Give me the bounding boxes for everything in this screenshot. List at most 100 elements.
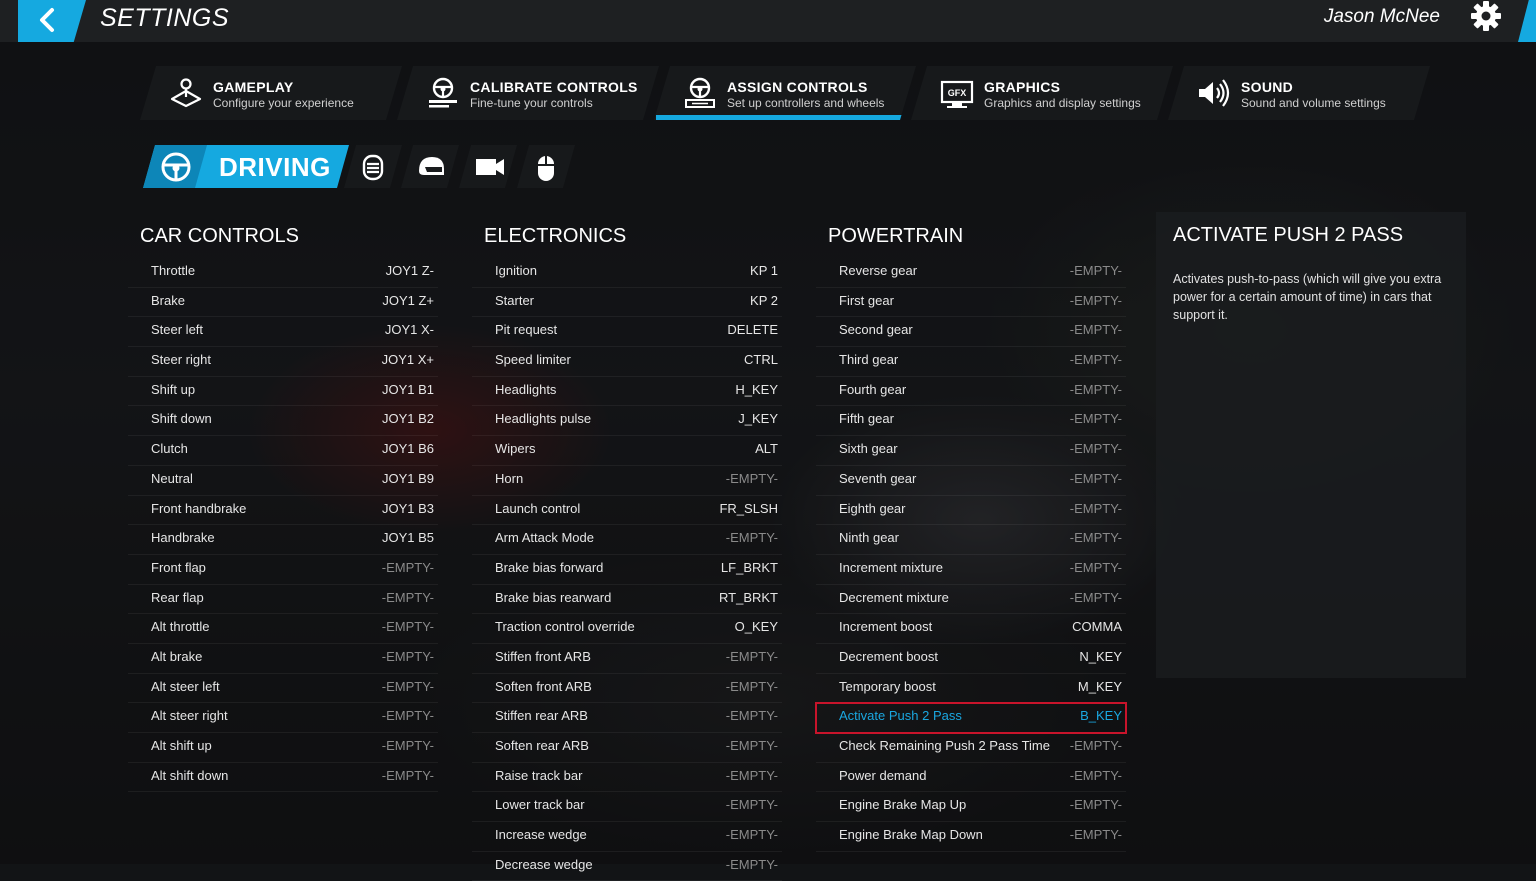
binding-row[interactable]: Check Remaining Push 2 Pass Time -EMPTY- xyxy=(816,733,1126,763)
binding-row[interactable]: Ignition KP 1 xyxy=(472,258,782,288)
binding-row[interactable]: Steer left JOY1 X- xyxy=(128,317,438,348)
binding-row[interactable]: Fifth gear -EMPTY- xyxy=(816,406,1126,437)
binding-row[interactable]: Stiffen front ARB -EMPTY- xyxy=(472,644,782,674)
binding-row[interactable]: Fourth gear -EMPTY- xyxy=(816,377,1126,407)
binding-row[interactable]: Decrement mixture -EMPTY- xyxy=(816,585,1126,615)
binding-value: -EMPTY- xyxy=(1069,827,1122,843)
binding-label: Third gear xyxy=(839,352,899,368)
info-title: ACTIVATE PUSH 2 PASS xyxy=(1173,224,1404,246)
binding-row[interactable]: Increment boost COMMA xyxy=(816,614,1126,644)
binding-value: J_KEY xyxy=(738,411,778,427)
binding-row[interactable]: Neutral JOY1 B9 xyxy=(128,466,438,496)
binding-label: Wipers xyxy=(495,441,536,457)
binding-value: JOY1 B1 xyxy=(381,381,434,397)
driving-wheel-icon xyxy=(159,151,193,183)
binding-value: -EMPTY- xyxy=(725,470,778,486)
binding-row[interactable]: Traction control override O_KEY xyxy=(472,614,782,644)
car-controls-title: CAR CONTROLS xyxy=(140,225,299,247)
tab-calibrate-controls[interactable]: CALIBRATE CONTROLS Fine-tune your contro… xyxy=(397,66,659,120)
binding-value: -EMPTY- xyxy=(1069,589,1122,605)
binding-row[interactable]: Front flap -EMPTY- xyxy=(128,555,438,585)
binding-row[interactable]: Stiffen rear ARB -EMPTY- xyxy=(472,703,782,733)
binding-label: Increase wedge xyxy=(495,827,587,843)
binding-row[interactable]: Alt throttle -EMPTY- xyxy=(128,614,438,644)
binding-label: Activate Push 2 Pass xyxy=(839,708,962,724)
binding-row[interactable]: Pit request DELETE xyxy=(472,317,782,348)
tab-gameplay[interactable]: GAMEPLAY Configure your experience xyxy=(140,66,402,120)
binding-row[interactable]: Brake bias forward LF_BRKT xyxy=(472,555,782,585)
binding-row[interactable]: Seventh gear -EMPTY- xyxy=(816,466,1126,496)
binding-row[interactable]: Increment mixture -EMPTY- xyxy=(816,555,1126,585)
binding-label: Ignition xyxy=(495,263,537,278)
binding-row-selected[interactable]: Activate Push 2 Pass B_KEY xyxy=(815,702,1127,734)
binding-row[interactable]: Alt steer left -EMPTY- xyxy=(128,674,438,704)
binding-row[interactable]: Temporary boost M_KEY xyxy=(816,674,1126,704)
binding-label: Temporary boost xyxy=(839,678,936,694)
binding-label: Headlights xyxy=(495,381,557,397)
binding-row[interactable]: Rear flap -EMPTY- xyxy=(128,585,438,615)
tab-driving[interactable]: DRIVING xyxy=(143,145,349,188)
binding-value: -EMPTY- xyxy=(381,708,434,724)
binding-label: Rear flap xyxy=(151,589,204,605)
binding-row[interactable]: Soften front ARB -EMPTY- xyxy=(472,674,782,704)
binding-row[interactable]: Arm Attack Mode -EMPTY- xyxy=(472,525,782,555)
binding-row[interactable]: Speed limiter CTRL xyxy=(472,347,782,377)
binding-value: COMMA xyxy=(1072,619,1122,635)
binding-label: Soften front ARB xyxy=(495,678,592,694)
tab-graphics-subtitle: Graphics and display settings xyxy=(984,96,1141,110)
binding-label: Arm Attack Mode xyxy=(495,530,594,546)
tab-sound[interactable]: SOUND Sound and volume settings xyxy=(1168,66,1430,120)
back-button[interactable] xyxy=(18,0,86,42)
tab-graphics[interactable]: GFX GRAPHICS Graphics and display settin… xyxy=(911,66,1173,120)
binding-row[interactable]: Reverse gear -EMPTY- xyxy=(816,258,1126,288)
binding-value: CTRL xyxy=(744,352,778,368)
binding-row[interactable]: Front handbrake JOY1 B3 xyxy=(128,496,438,526)
binding-row[interactable]: Second gear -EMPTY- xyxy=(816,317,1126,348)
binding-row[interactable]: Starter KP 2 xyxy=(472,288,782,318)
binding-row[interactable]: Headlights pulse J_KEY xyxy=(472,406,782,437)
binding-row[interactable]: Sixth gear -EMPTY- xyxy=(816,436,1126,466)
binding-row[interactable]: Wipers ALT xyxy=(472,436,782,466)
binding-row[interactable]: Engine Brake Map Up -EMPTY- xyxy=(816,792,1126,823)
binding-row[interactable]: Engine Brake Map Down -EMPTY- xyxy=(816,822,1126,852)
gear-icon[interactable] xyxy=(1468,0,1504,32)
electronics-list: Ignition KP 1 Starter KP 2 Pit request DELE… xyxy=(472,258,782,881)
binding-row[interactable]: Ninth gear -EMPTY- xyxy=(816,525,1126,555)
binding-row[interactable]: Eighth gear -EMPTY- xyxy=(816,496,1126,526)
binding-row[interactable]: Lower track bar -EMPTY- xyxy=(472,792,782,823)
binding-value: JOY1 Z- xyxy=(385,263,434,278)
binding-row[interactable]: Throttle JOY1 Z- xyxy=(128,258,438,288)
binding-row[interactable]: Soften rear ARB -EMPTY- xyxy=(472,733,782,763)
binding-row[interactable]: Steer right JOY1 X+ xyxy=(128,347,438,377)
binding-row[interactable]: Third gear -EMPTY- xyxy=(816,347,1126,377)
binding-row[interactable]: Shift up JOY1 B1 xyxy=(128,377,438,407)
binding-row[interactable]: Decrease wedge -EMPTY- xyxy=(472,852,782,881)
binding-row[interactable]: Increase wedge -EMPTY- xyxy=(472,822,782,852)
binding-row[interactable]: Brake JOY1 Z+ xyxy=(128,288,438,318)
binding-row[interactable]: Alt steer right -EMPTY- xyxy=(128,703,438,733)
binding-row[interactable]: Headlights H_KEY xyxy=(472,377,782,407)
binding-value: LF_BRKT xyxy=(720,559,778,575)
binding-label: Soften rear ARB xyxy=(495,738,589,753)
binding-row[interactable]: Horn -EMPTY- xyxy=(472,466,782,496)
binding-row[interactable]: Shift down JOY1 B2 xyxy=(128,406,438,437)
binding-row[interactable]: Raise track bar -EMPTY- xyxy=(472,763,782,793)
binding-label: Throttle xyxy=(151,263,196,278)
binding-value: -EMPTY- xyxy=(1069,500,1122,516)
binding-row[interactable]: Power demand -EMPTY- xyxy=(816,763,1126,793)
tab-assign-controls[interactable]: ASSIGN CONTROLS Set up controllers and w… xyxy=(654,66,916,120)
binding-row[interactable]: First gear -EMPTY- xyxy=(816,288,1126,318)
binding-row[interactable]: Alt brake -EMPTY- xyxy=(128,644,438,674)
binding-row[interactable]: Clutch JOY1 B6 xyxy=(128,436,438,466)
binding-row[interactable]: Handbrake JOY1 B5 xyxy=(128,525,438,555)
tab-graphics-label: GRAPHICS xyxy=(984,79,1061,95)
binding-row[interactable]: Decrement boost N_KEY xyxy=(816,644,1126,674)
binding-row[interactable]: Alt shift down -EMPTY- xyxy=(128,763,438,793)
binding-label: Decrement boost xyxy=(839,648,938,664)
binding-row[interactable]: Alt shift up -EMPTY- xyxy=(128,733,438,763)
binding-row[interactable]: Brake bias rearward RT_BRKT xyxy=(472,585,782,615)
car-controls-list: Throttle JOY1 Z- Brake JOY1 Z+ Steer left J… xyxy=(128,258,438,793)
binding-row[interactable]: Launch control FR_SLSH xyxy=(472,496,782,526)
page-title: SETTINGS xyxy=(100,4,230,32)
binding-label: Brake bias forward xyxy=(495,559,604,575)
